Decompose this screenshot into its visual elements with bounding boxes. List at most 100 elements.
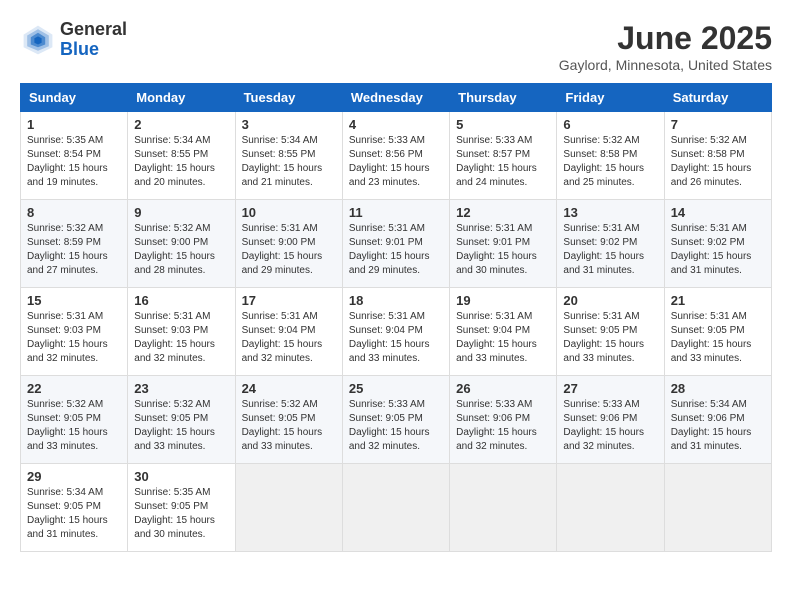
day-info: Sunrise: 5:31 AM Sunset: 9:03 PM Dayligh… [27,310,121,366]
calendar-week-2: 8 Sunrise: 5:32 AM Sunset: 8:59 PM Daylig… [21,200,772,288]
day-info: Sunrise: 5:34 AM Sunset: 9:05 PM Dayligh… [27,486,121,542]
day-info: Sunrise: 5:32 AM Sunset: 8:58 PM Dayligh… [671,134,765,190]
calendar-cell: 14 Sunrise: 5:31 AM Sunset: 9:02 PM Dayli… [664,200,771,288]
day-info: Sunrise: 5:31 AM Sunset: 9:02 PM Dayligh… [671,222,765,278]
day-number: 30 [134,469,228,484]
calendar-cell: 16 Sunrise: 5:31 AM Sunset: 9:03 PM Dayli… [128,288,235,376]
day-info: Sunrise: 5:31 AM Sunset: 9:05 PM Dayligh… [563,310,657,366]
day-number: 18 [349,293,443,308]
day-number: 21 [671,293,765,308]
title-block: June 2025 Gaylord, Minnesota, United Sta… [559,20,772,73]
day-info: Sunrise: 5:31 AM Sunset: 9:01 PM Dayligh… [349,222,443,278]
day-info: Sunrise: 5:32 AM Sunset: 9:05 PM Dayligh… [242,398,336,454]
day-info: Sunrise: 5:31 AM Sunset: 9:05 PM Dayligh… [671,310,765,366]
day-number: 6 [563,117,657,132]
day-info: Sunrise: 5:32 AM Sunset: 9:05 PM Dayligh… [27,398,121,454]
calendar-cell: 21 Sunrise: 5:31 AM Sunset: 9:05 PM Dayli… [664,288,771,376]
calendar-cell: 7 Sunrise: 5:32 AM Sunset: 8:58 PM Daylig… [664,112,771,200]
day-number: 1 [27,117,121,132]
day-info: Sunrise: 5:31 AM Sunset: 9:03 PM Dayligh… [134,310,228,366]
calendar-cell: 23 Sunrise: 5:32 AM Sunset: 9:05 PM Dayli… [128,376,235,464]
day-number: 12 [456,205,550,220]
column-header-sunday: Sunday [21,84,128,112]
day-number: 15 [27,293,121,308]
calendar-cell [450,464,557,552]
calendar-cell: 26 Sunrise: 5:33 AM Sunset: 9:06 PM Dayli… [450,376,557,464]
day-number: 22 [27,381,121,396]
day-number: 23 [134,381,228,396]
day-info: Sunrise: 5:35 AM Sunset: 9:05 PM Dayligh… [134,486,228,542]
day-info: Sunrise: 5:32 AM Sunset: 8:59 PM Dayligh… [27,222,121,278]
calendar-cell: 27 Sunrise: 5:33 AM Sunset: 9:06 PM Dayli… [557,376,664,464]
column-header-wednesday: Wednesday [342,84,449,112]
day-number: 19 [456,293,550,308]
day-number: 4 [349,117,443,132]
day-info: Sunrise: 5:33 AM Sunset: 8:56 PM Dayligh… [349,134,443,190]
calendar-cell: 17 Sunrise: 5:31 AM Sunset: 9:04 PM Dayli… [235,288,342,376]
day-info: Sunrise: 5:31 AM Sunset: 9:00 PM Dayligh… [242,222,336,278]
day-info: Sunrise: 5:31 AM Sunset: 9:02 PM Dayligh… [563,222,657,278]
day-info: Sunrise: 5:33 AM Sunset: 9:05 PM Dayligh… [349,398,443,454]
day-info: Sunrise: 5:34 AM Sunset: 9:06 PM Dayligh… [671,398,765,454]
day-number: 9 [134,205,228,220]
calendar-cell: 18 Sunrise: 5:31 AM Sunset: 9:04 PM Dayli… [342,288,449,376]
column-header-thursday: Thursday [450,84,557,112]
day-number: 14 [671,205,765,220]
day-info: Sunrise: 5:32 AM Sunset: 9:05 PM Dayligh… [134,398,228,454]
logo-general: General [60,20,127,40]
day-info: Sunrise: 5:34 AM Sunset: 8:55 PM Dayligh… [134,134,228,190]
day-number: 2 [134,117,228,132]
page-header: General Blue June 2025 Gaylord, Minnesot… [20,20,772,73]
day-number: 27 [563,381,657,396]
day-info: Sunrise: 5:31 AM Sunset: 9:04 PM Dayligh… [349,310,443,366]
logo-icon [20,22,56,58]
calendar-cell: 9 Sunrise: 5:32 AM Sunset: 9:00 PM Daylig… [128,200,235,288]
calendar-cell: 30 Sunrise: 5:35 AM Sunset: 9:05 PM Dayli… [128,464,235,552]
location: Gaylord, Minnesota, United States [559,57,772,73]
calendar-cell: 11 Sunrise: 5:31 AM Sunset: 9:01 PM Dayli… [342,200,449,288]
day-info: Sunrise: 5:31 AM Sunset: 9:04 PM Dayligh… [242,310,336,366]
calendar-cell: 1 Sunrise: 5:35 AM Sunset: 8:54 PM Daylig… [21,112,128,200]
day-number: 7 [671,117,765,132]
calendar-cell: 29Sunrise: 5:34 AM Sunset: 9:05 PM Dayli… [21,464,128,552]
day-number: 24 [242,381,336,396]
day-info: Sunrise: 5:33 AM Sunset: 9:06 PM Dayligh… [563,398,657,454]
calendar-cell: 4 Sunrise: 5:33 AM Sunset: 8:56 PM Daylig… [342,112,449,200]
calendar-cell: 10Sunrise: 5:31 AM Sunset: 9:00 PM Dayli… [235,200,342,288]
calendar-cell: 28 Sunrise: 5:34 AM Sunset: 9:06 PM Dayli… [664,376,771,464]
day-info: Sunrise: 5:31 AM Sunset: 9:01 PM Dayligh… [456,222,550,278]
day-info: Sunrise: 5:33 AM Sunset: 9:06 PM Dayligh… [456,398,550,454]
day-info: Sunrise: 5:33 AM Sunset: 8:57 PM Dayligh… [456,134,550,190]
day-number: 16 [134,293,228,308]
day-number: 8 [27,205,121,220]
day-info: Sunrise: 5:32 AM Sunset: 9:00 PM Dayligh… [134,222,228,278]
column-header-monday: Monday [128,84,235,112]
day-number: 26 [456,381,550,396]
calendar-cell: 24 Sunrise: 5:32 AM Sunset: 9:05 PM Dayli… [235,376,342,464]
day-info: Sunrise: 5:35 AM Sunset: 8:54 PM Dayligh… [27,134,121,190]
calendar-cell: 22 Sunrise: 5:32 AM Sunset: 9:05 PM Dayli… [21,376,128,464]
calendar-table: SundayMondayTuesdayWednesdayThursdayFrid… [20,83,772,552]
calendar-cell: 3Sunrise: 5:34 AM Sunset: 8:55 PM Daylig… [235,112,342,200]
day-number: 17 [242,293,336,308]
calendar-cell: 19 Sunrise: 5:31 AM Sunset: 9:04 PM Dayli… [450,288,557,376]
column-header-friday: Friday [557,84,664,112]
calendar-cell [664,464,771,552]
day-number: 11 [349,205,443,220]
calendar-week-5: 29Sunrise: 5:34 AM Sunset: 9:05 PM Dayli… [21,464,772,552]
calendar-cell: 8 Sunrise: 5:32 AM Sunset: 8:59 PM Daylig… [21,200,128,288]
logo-text: General Blue [60,20,127,60]
calendar-cell: 13 Sunrise: 5:31 AM Sunset: 9:02 PM Dayli… [557,200,664,288]
calendar-cell: 20Sunrise: 5:31 AM Sunset: 9:05 PM Dayli… [557,288,664,376]
calendar-cell [557,464,664,552]
day-number: 28 [671,381,765,396]
month-title: June 2025 [559,20,772,57]
calendar-cell: 5Sunrise: 5:33 AM Sunset: 8:57 PM Daylig… [450,112,557,200]
calendar-week-1: 1 Sunrise: 5:35 AM Sunset: 8:54 PM Daylig… [21,112,772,200]
logo-blue: Blue [60,40,127,60]
column-header-saturday: Saturday [664,84,771,112]
day-info: Sunrise: 5:31 AM Sunset: 9:04 PM Dayligh… [456,310,550,366]
calendar-cell: 15 Sunrise: 5:31 AM Sunset: 9:03 PM Dayli… [21,288,128,376]
logo: General Blue [20,20,127,60]
day-number: 13 [563,205,657,220]
